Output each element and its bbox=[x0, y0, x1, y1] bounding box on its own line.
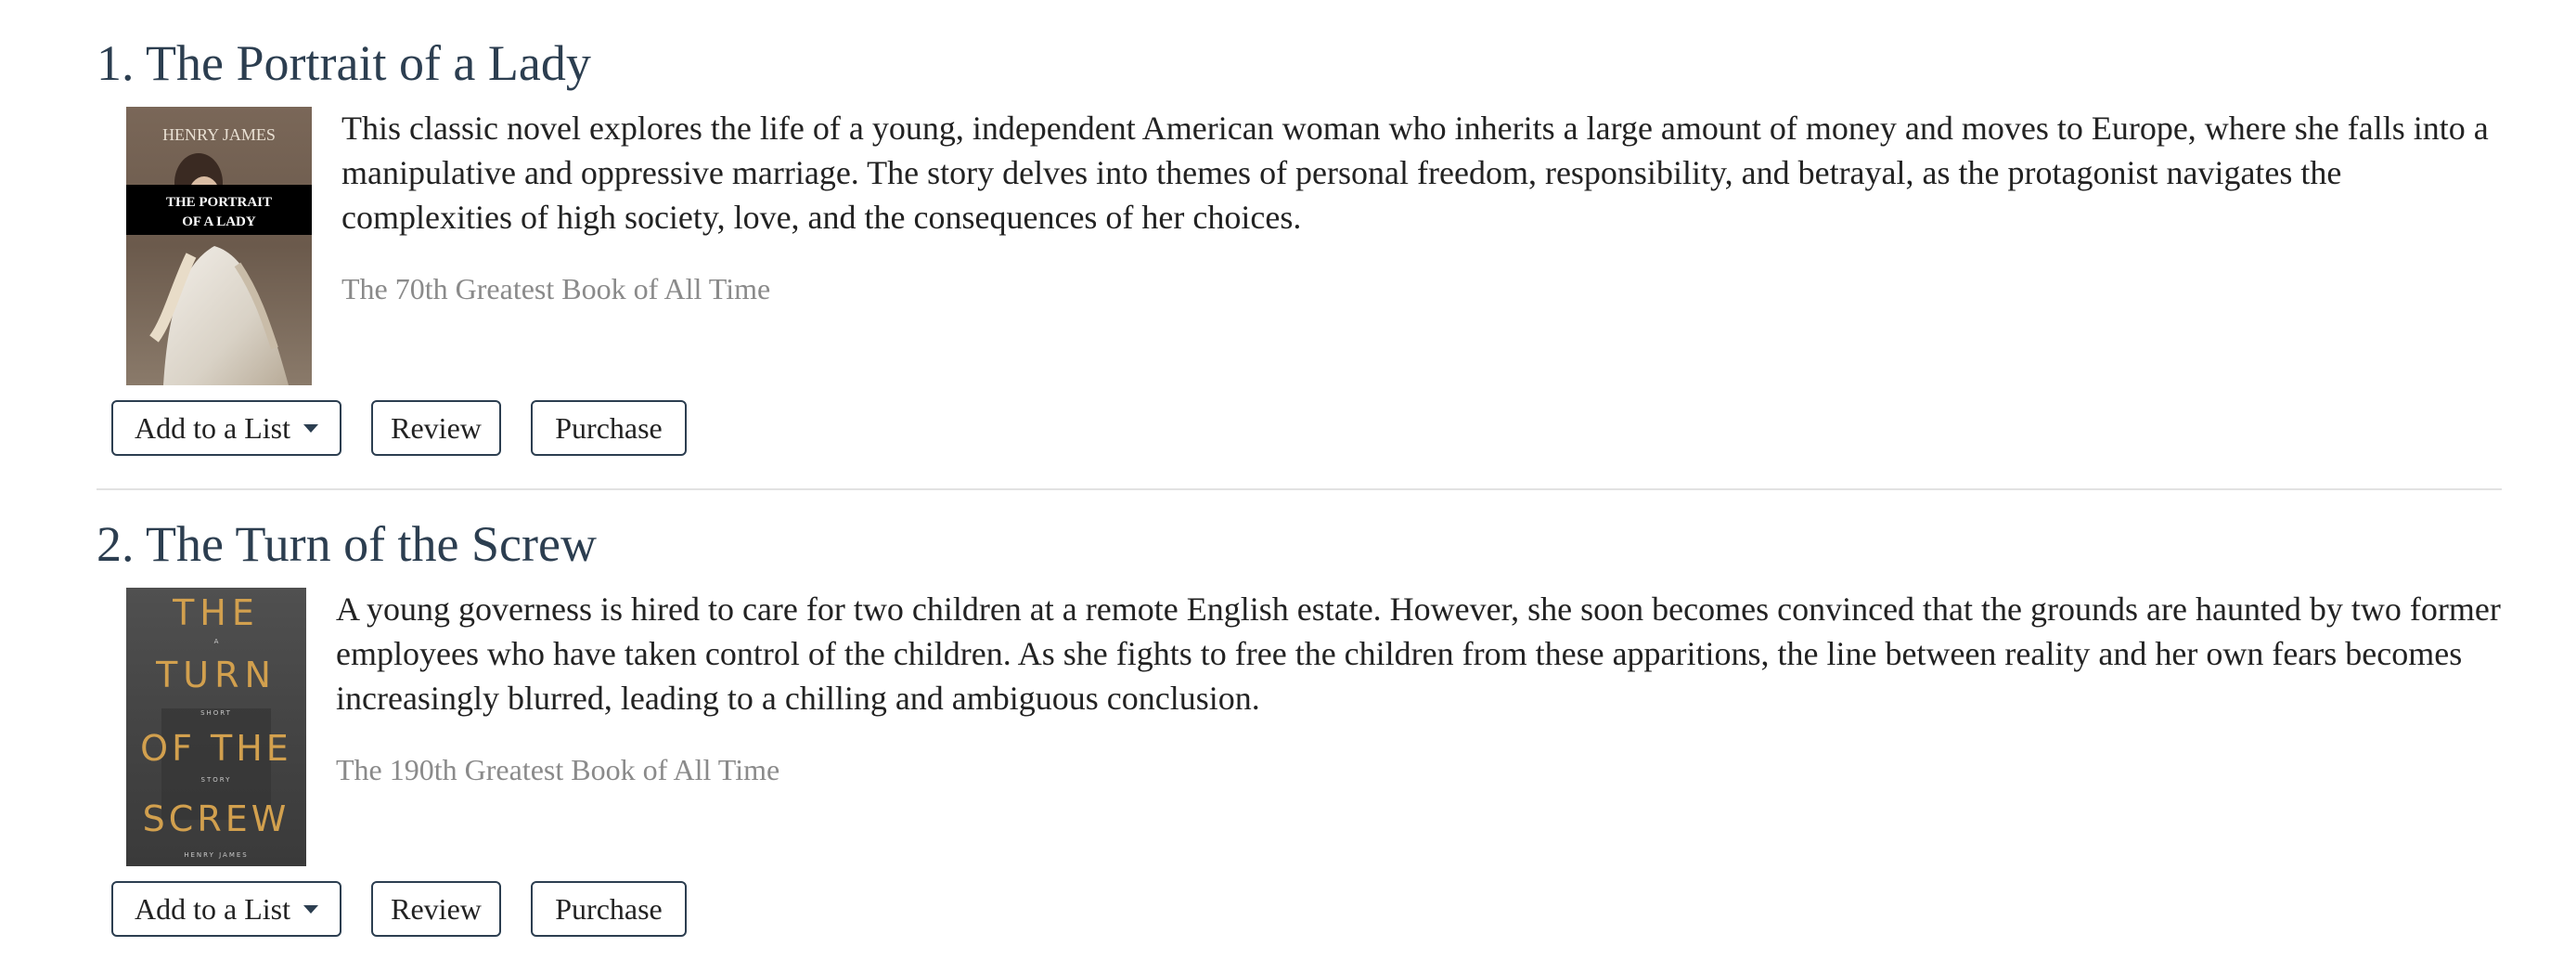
book-title[interactable]: 1. The Portrait of a Lady bbox=[97, 33, 591, 93]
cover-small-text: STORY bbox=[201, 776, 232, 784]
add-to-list-button[interactable]: Add to a List bbox=[111, 400, 341, 456]
book-description: A young governess is hired to care for t… bbox=[336, 590, 2501, 717]
book-description: This classic novel explores the life of … bbox=[341, 110, 2489, 236]
book-rank: The 70th Greatest Book of All Time bbox=[341, 272, 771, 305]
book-title[interactable]: 2. The Turn of the Screw bbox=[97, 514, 597, 574]
cover-title-line: THE PORTRAIT bbox=[166, 195, 272, 210]
cover-title-line: TURN bbox=[155, 655, 277, 695]
book-cover[interactable]: THE A TURN SHORT OF THE STORY SCREW HENR… bbox=[126, 588, 306, 866]
add-to-list-button[interactable]: Add to a List bbox=[111, 881, 341, 937]
cover-author-text: HENRY JAMES bbox=[184, 851, 248, 859]
purchase-button[interactable]: Purchase bbox=[531, 881, 687, 937]
book-divider bbox=[97, 488, 2502, 490]
cover-title-line: SCREW bbox=[143, 798, 290, 839]
cover-art: THE A TURN SHORT OF THE STORY SCREW HENR… bbox=[126, 588, 306, 866]
caret-down-icon bbox=[303, 423, 318, 433]
cover-title-line: OF A LADY bbox=[182, 214, 256, 229]
review-button[interactable]: Review bbox=[371, 400, 501, 456]
cover-art: HENRY JAMES THE PORTRAIT OF A LADY bbox=[126, 107, 312, 385]
cover-small-text: A bbox=[214, 638, 219, 645]
cover-title-line: THE bbox=[172, 592, 260, 633]
add-to-list-label: Add to a List bbox=[135, 410, 290, 445]
cover-small-text: SHORT bbox=[200, 709, 232, 717]
cover-author-text: HENRY JAMES bbox=[162, 125, 276, 144]
caret-down-icon bbox=[303, 904, 318, 914]
purchase-button[interactable]: Purchase bbox=[531, 400, 687, 456]
review-button[interactable]: Review bbox=[371, 881, 501, 937]
book-cover[interactable]: HENRY JAMES THE PORTRAIT OF A LADY bbox=[126, 107, 312, 385]
cover-title-line: OF THE bbox=[140, 728, 292, 769]
book-rank: The 190th Greatest Book of All Time bbox=[336, 753, 780, 786]
add-to-list-label: Add to a List bbox=[135, 891, 290, 926]
